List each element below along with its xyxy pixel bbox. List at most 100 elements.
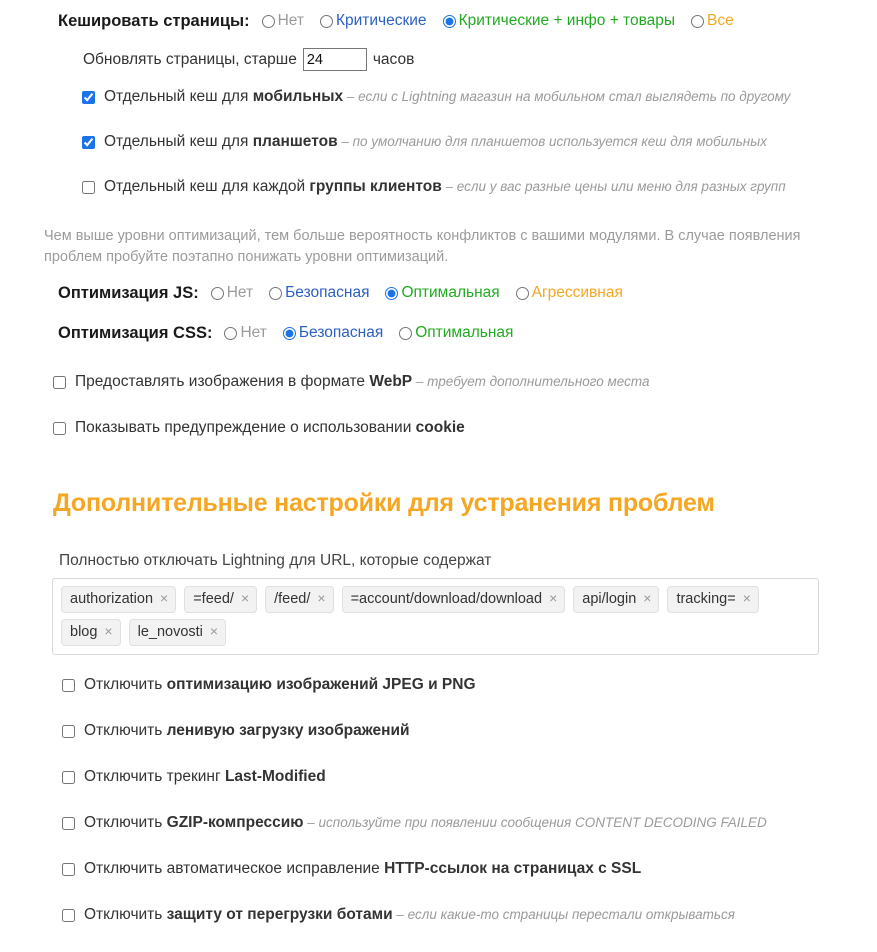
js-optimization-option-label-1: Безопасная [285, 284, 370, 301]
extra-option-row-0[interactable]: Предоставлять изображения в формате WebP… [53, 373, 650, 391]
extra-option-row-1[interactable]: Показывать предупреждение о использовани… [53, 419, 650, 437]
cache-pages-option-label-3: Все [707, 12, 734, 29]
url-tag[interactable]: api/login × [573, 586, 660, 614]
disable-option-label-bold-1: ленивую загрузку изображений [166, 722, 410, 739]
url-tag[interactable]: tracking= × [667, 586, 759, 614]
extra-option-label-bold-1: cookie [415, 419, 465, 436]
disable-option-checkbox-3[interactable] [62, 816, 75, 830]
css-optimization-label: Оптимизация CSS: [58, 324, 213, 343]
refresh-hours-input[interactable] [302, 48, 367, 71]
disable-option-label-text-2: Отключить трекинг [84, 768, 225, 785]
cache-pages-radio-3[interactable] [691, 14, 705, 28]
disable-option-row-1[interactable]: Отключить ленивую загрузку изображений [62, 722, 767, 740]
close-icon[interactable]: × [241, 590, 249, 608]
cache-option-checkbox-2[interactable] [82, 180, 95, 194]
close-icon[interactable]: × [210, 623, 218, 641]
close-icon[interactable]: × [317, 590, 325, 608]
url-tag[interactable]: authorization × [61, 586, 177, 614]
cache-pages-radio-0[interactable] [261, 14, 275, 28]
cache-pages-option-0[interactable]: Нет [261, 12, 304, 30]
disable-option-row-0[interactable]: Отключить оптимизацию изображений JPEG и… [62, 676, 767, 694]
js-optimization-option-2[interactable]: Оптимальная [385, 284, 500, 302]
cache-option-label-1: Отдельный кеш для планшетов – по умолчан… [104, 133, 767, 151]
disable-option-row-2[interactable]: Отключить трекинг Last-Modified [62, 768, 767, 786]
cache-option-label-text-1: Отдельный кеш для [104, 133, 253, 150]
url-tag-label: tracking= [676, 591, 736, 607]
refresh-hours-suffix: часов [372, 50, 415, 68]
css-optimization-option-1[interactable]: Безопасная [282, 324, 383, 342]
disable-option-row-4[interactable]: Отключить автоматическое исправление HTT… [62, 860, 767, 878]
js-optimization-option-0[interactable]: Нет [210, 284, 253, 302]
cache-option-label-0: Отдельный кеш для мобильных – если с Lig… [104, 88, 790, 106]
disable-option-label-text-0: Отключить [84, 676, 167, 693]
cache-pages-option-label-1: Критические [335, 12, 427, 29]
url-tag[interactable]: =account/download/download × [341, 586, 566, 614]
extra-option-label-0: Предоставлять изображения в формате WebP… [75, 373, 650, 391]
cache-option-checkbox-0[interactable] [82, 90, 95, 104]
css-optimization-radio-group: Оптимизация CSS: Нет Безопасная Оптимальна… [58, 324, 529, 344]
cache-option-row-2[interactable]: Отдельный кеш для каждой группы клиентов… [82, 178, 790, 196]
disable-option-label-bold-2: Last-Modified [224, 768, 326, 785]
extra-option-checkbox-0[interactable] [53, 375, 66, 389]
disable-option-checkbox-4[interactable] [62, 862, 75, 876]
cache-option-hint-2: – если у вас разные цены или меню для ра… [441, 179, 786, 194]
cache-pages-radio-group: Кешировать страницы: Нет Критические Крити… [58, 12, 750, 32]
cache-option-label-bold-0: мобильных [252, 88, 344, 105]
close-icon[interactable]: × [743, 590, 751, 608]
js-optimization-option-label-3: Агрессивная [531, 284, 623, 301]
url-exclusion-tag-input[interactable]: authorization × =feed/×/feed/× =account/dow… [52, 578, 819, 656]
disable-option-checkbox-5[interactable] [62, 908, 75, 922]
cache-option-checkbox-1[interactable] [82, 135, 95, 149]
js-optimization-option-3[interactable]: Агрессивная [515, 284, 623, 302]
cache-pages-label: Кешировать страницы: [58, 12, 250, 31]
disable-option-label-bold-5: защиту от перегрузки ботами [166, 906, 393, 923]
cache-option-label-text-2: Отдельный кеш для каждой [104, 178, 310, 195]
url-tag[interactable]: =feed/ × [184, 586, 258, 614]
css-optimization-radio-0[interactable] [224, 326, 238, 340]
js-optimization-radio-2[interactable] [385, 286, 399, 300]
disable-option-label-text-1: Отключить [84, 722, 167, 739]
disable-option-checkbox-1[interactable] [62, 724, 75, 738]
cache-pages-option-1[interactable]: Критические [319, 12, 427, 30]
css-optimization-option-0[interactable]: Нет [224, 324, 267, 342]
disable-option-label-text-4: Отключить автоматическое исправление [84, 860, 385, 877]
settings-page: Кешировать страницы: Нет Критические Крити… [0, 0, 877, 936]
optimization-note: Чем выше уровни оптимизаций, тем больше … [44, 228, 801, 266]
js-optimization-radio-group: Оптимизация JS: Нет Безопасная Оптимальная… [58, 284, 639, 304]
url-tag[interactable]: le_novosti × [128, 619, 227, 647]
url-tag[interactable]: /feed/ × [265, 586, 334, 614]
close-icon[interactable]: × [549, 590, 557, 608]
disable-option-row-3[interactable]: Отключить GZIP-компрессию – используйте … [62, 814, 767, 832]
tag-field-caption: Полностью отключать Lightning для URL, к… [59, 552, 492, 569]
js-optimization-radio-1[interactable] [269, 286, 283, 300]
cache-pages-radio-2[interactable] [442, 14, 456, 28]
disable-option-checkbox-0[interactable] [62, 678, 75, 692]
disable-option-label-3: Отключить GZIP-компрессию – используйте … [84, 814, 767, 832]
js-optimization-radio-0[interactable] [210, 286, 224, 300]
close-icon[interactable]: × [160, 590, 168, 608]
css-optimization-radio-1[interactable] [282, 326, 296, 340]
cache-option-label-bold-2: группы клиентов [309, 178, 442, 195]
cache-option-row-1[interactable]: Отдельный кеш для планшетов – по умолчан… [82, 133, 790, 151]
disable-option-checkbox-2[interactable] [62, 770, 75, 784]
css-optimization-radio-2[interactable] [399, 326, 413, 340]
close-icon[interactable]: × [104, 623, 112, 641]
disable-option-label-4: Отключить автоматическое исправление HTT… [84, 860, 641, 878]
extra-option-checkbox-1[interactable] [53, 421, 66, 435]
extra-checkbox-list: Предоставлять изображения в формате WebP… [53, 373, 650, 465]
disable-option-label-0: Отключить оптимизацию изображений JPEG и… [84, 676, 476, 694]
disable-option-row-5[interactable]: Отключить защиту от перегрузки ботами – … [62, 906, 767, 924]
css-optimization-option-2[interactable]: Оптимальная [399, 324, 513, 342]
url-tag-label: authorization [70, 591, 154, 607]
url-tag[interactable]: blog × [61, 619, 121, 647]
js-optimization-radio-3[interactable] [515, 286, 529, 300]
cache-pages-radio-1[interactable] [319, 14, 333, 28]
disable-option-label-5: Отключить защиту от перегрузки ботами – … [84, 906, 735, 924]
disable-option-label-bold-0: оптимизацию изображений JPEG и PNG [166, 676, 476, 693]
close-icon[interactable]: × [643, 590, 651, 608]
js-optimization-option-1[interactable]: Безопасная [269, 284, 369, 302]
disable-checkbox-list: Отключить оптимизацию изображений JPEG и… [62, 676, 767, 952]
cache-pages-option-2[interactable]: Критические + инфо + товары [442, 12, 675, 30]
cache-option-row-0[interactable]: Отдельный кеш для мобильных – если с Lig… [82, 88, 790, 106]
cache-pages-option-3[interactable]: Все [691, 12, 734, 30]
